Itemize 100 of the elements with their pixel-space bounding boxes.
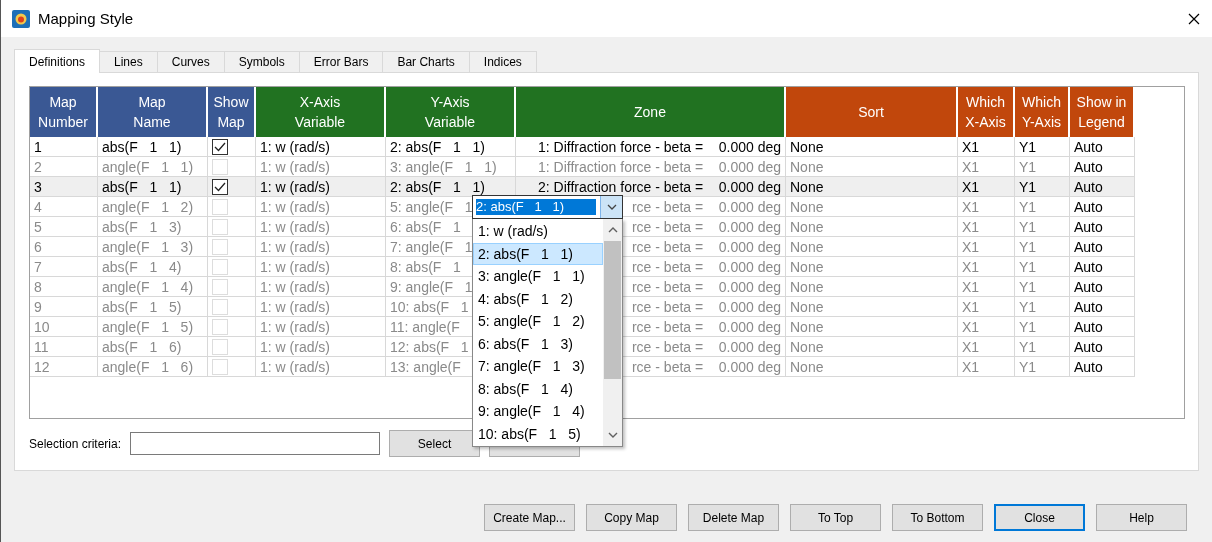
tab[interactable]: Definitions bbox=[14, 49, 101, 73]
table-cell: Auto bbox=[1070, 357, 1135, 377]
dialog-button[interactable]: Close bbox=[994, 504, 1085, 531]
table-cell: 1: w (rad/s) bbox=[256, 137, 386, 157]
column-header[interactable]: Y-Axis Variable bbox=[386, 87, 516, 137]
table-cell: None bbox=[786, 317, 958, 337]
table-cell: Y1 bbox=[1015, 157, 1070, 177]
window-title: Mapping Style bbox=[38, 10, 135, 27]
table-cell: angle(F 1 6) bbox=[98, 357, 208, 377]
app-icon bbox=[12, 9, 30, 28]
table-cell: 2: Diffraction force - beta = 0.000 deg bbox=[516, 177, 786, 197]
dropdown-field[interactable]: 2: abs(F 1 1) bbox=[472, 195, 623, 219]
table-cell: 2: abs(F 1 1) bbox=[386, 137, 516, 157]
table-cell: X1 bbox=[958, 337, 1015, 357]
column-header[interactable]: Show Map bbox=[208, 87, 256, 137]
table-cell: X1 bbox=[958, 237, 1015, 257]
table-cell: abs(F 1 6) bbox=[98, 337, 208, 357]
table-cell: None bbox=[786, 197, 958, 217]
table-cell: X1 bbox=[958, 197, 1015, 217]
checkbox[interactable] bbox=[212, 178, 228, 195]
table-cell: angle(F 1 1) bbox=[98, 157, 208, 177]
dialog-button[interactable]: To Top bbox=[790, 504, 881, 531]
table-cell: Auto bbox=[1070, 217, 1135, 237]
table-cell: 1: w (rad/s) bbox=[256, 177, 386, 197]
table-cell: 5 bbox=[30, 217, 98, 237]
table-cell: Auto bbox=[1070, 297, 1135, 317]
table-cell: 12 bbox=[30, 357, 98, 377]
table-cell: 6 bbox=[30, 237, 98, 257]
table-cell: 1: w (rad/s) bbox=[256, 157, 386, 177]
table-cell: X1 bbox=[958, 257, 1015, 277]
tab[interactable]: Indices bbox=[468, 51, 537, 72]
table-cell: X1 bbox=[958, 317, 1015, 337]
table-cell: Auto bbox=[1070, 157, 1135, 177]
table-cell: None bbox=[786, 277, 958, 297]
scroll-up-icon[interactable] bbox=[607, 227, 618, 233]
table-cell: None bbox=[786, 137, 958, 157]
checkbox[interactable] bbox=[212, 138, 228, 155]
table-cell: 7 bbox=[30, 257, 98, 277]
table-cell: Auto bbox=[1070, 197, 1135, 217]
scroll-down-icon[interactable] bbox=[607, 432, 618, 438]
column-header[interactable]: Map Name bbox=[98, 87, 208, 137]
table-cell: Y1 bbox=[1015, 317, 1070, 337]
selection-criteria-label: Selection criteria: bbox=[29, 436, 122, 451]
column-header[interactable]: Sort bbox=[786, 87, 958, 137]
table-cell: angle(F 1 4) bbox=[98, 277, 208, 297]
table-cell: None bbox=[786, 257, 958, 277]
dialog-button[interactable]: Delete Map bbox=[688, 504, 779, 531]
table-cell: X1 bbox=[958, 277, 1015, 297]
close-icon[interactable] bbox=[1188, 12, 1200, 25]
table-cell: abs(F 1 5) bbox=[98, 297, 208, 317]
table-cell: 1: w (rad/s) bbox=[256, 337, 386, 357]
table-cell: 9 bbox=[30, 297, 98, 317]
table-cell: None bbox=[786, 237, 958, 257]
table-cell: Y1 bbox=[1015, 177, 1070, 197]
column-header[interactable]: Zone bbox=[516, 87, 786, 137]
table-cell: None bbox=[786, 297, 958, 317]
scroll-thumb[interactable] bbox=[604, 241, 621, 379]
table-cell: None bbox=[786, 157, 958, 177]
table-cell: X1 bbox=[958, 357, 1015, 377]
table-cell: 4 bbox=[30, 197, 98, 217]
table-cell: X1 bbox=[958, 297, 1015, 317]
table-cell: Auto bbox=[1070, 277, 1135, 297]
table-cell: Auto bbox=[1070, 137, 1135, 157]
table-cell: Y1 bbox=[1015, 137, 1070, 157]
scrollbar[interactable] bbox=[603, 219, 622, 446]
table-cell: 1: w (rad/s) bbox=[256, 197, 386, 217]
column-header[interactable]: Map Number bbox=[30, 87, 98, 137]
table-cell: Y1 bbox=[1015, 277, 1070, 297]
table-cell: Auto bbox=[1070, 337, 1135, 357]
table-cell: Y1 bbox=[1015, 197, 1070, 217]
table-cell: abs(F 1 4) bbox=[98, 257, 208, 277]
column-header[interactable]: Show in Legend bbox=[1070, 87, 1135, 137]
table-cell: Y1 bbox=[1015, 237, 1070, 257]
dialog-button[interactable]: To Bottom bbox=[892, 504, 983, 531]
table-cell: None bbox=[786, 177, 958, 197]
table-cell: Y1 bbox=[1015, 357, 1070, 377]
table-cell: 1: w (rad/s) bbox=[256, 237, 386, 257]
table-cell: 1: w (rad/s) bbox=[256, 357, 386, 377]
table-cell: Y1 bbox=[1015, 297, 1070, 317]
table-cell: 10 bbox=[30, 317, 98, 337]
tab[interactable]: Symbols bbox=[223, 51, 300, 72]
selection-criteria-field[interactable] bbox=[130, 432, 381, 455]
table-cell: 1: w (rad/s) bbox=[256, 297, 386, 317]
table-cell: 1: w (rad/s) bbox=[256, 317, 386, 337]
column-header[interactable]: Which Y-Axis bbox=[1015, 87, 1070, 137]
dialog-button[interactable]: Create Map... bbox=[484, 504, 575, 531]
column-header[interactable]: Which X-Axis bbox=[958, 87, 1015, 137]
table-cell: X1 bbox=[958, 157, 1015, 177]
dropdown-option[interactable]: 2: abs(F 1 1) bbox=[473, 242, 603, 265]
table-cell: angle(F 1 5) bbox=[98, 317, 208, 337]
table-cell: Y1 bbox=[1015, 217, 1070, 237]
table-cell: abs(F 1 3) bbox=[98, 217, 208, 237]
dialog-button[interactable]: Copy Map bbox=[586, 504, 677, 531]
table-cell: X1 bbox=[958, 137, 1015, 157]
table-cell: 1: Diffraction force - beta = 0.000 deg bbox=[516, 157, 786, 177]
table-cell: 1: w (rad/s) bbox=[256, 257, 386, 277]
column-header[interactable]: X-Axis Variable bbox=[256, 87, 386, 137]
dialog-button[interactable]: Help bbox=[1096, 504, 1187, 531]
table-cell: Y1 bbox=[1015, 337, 1070, 357]
table-cell: angle(F 1 2) bbox=[98, 197, 208, 217]
